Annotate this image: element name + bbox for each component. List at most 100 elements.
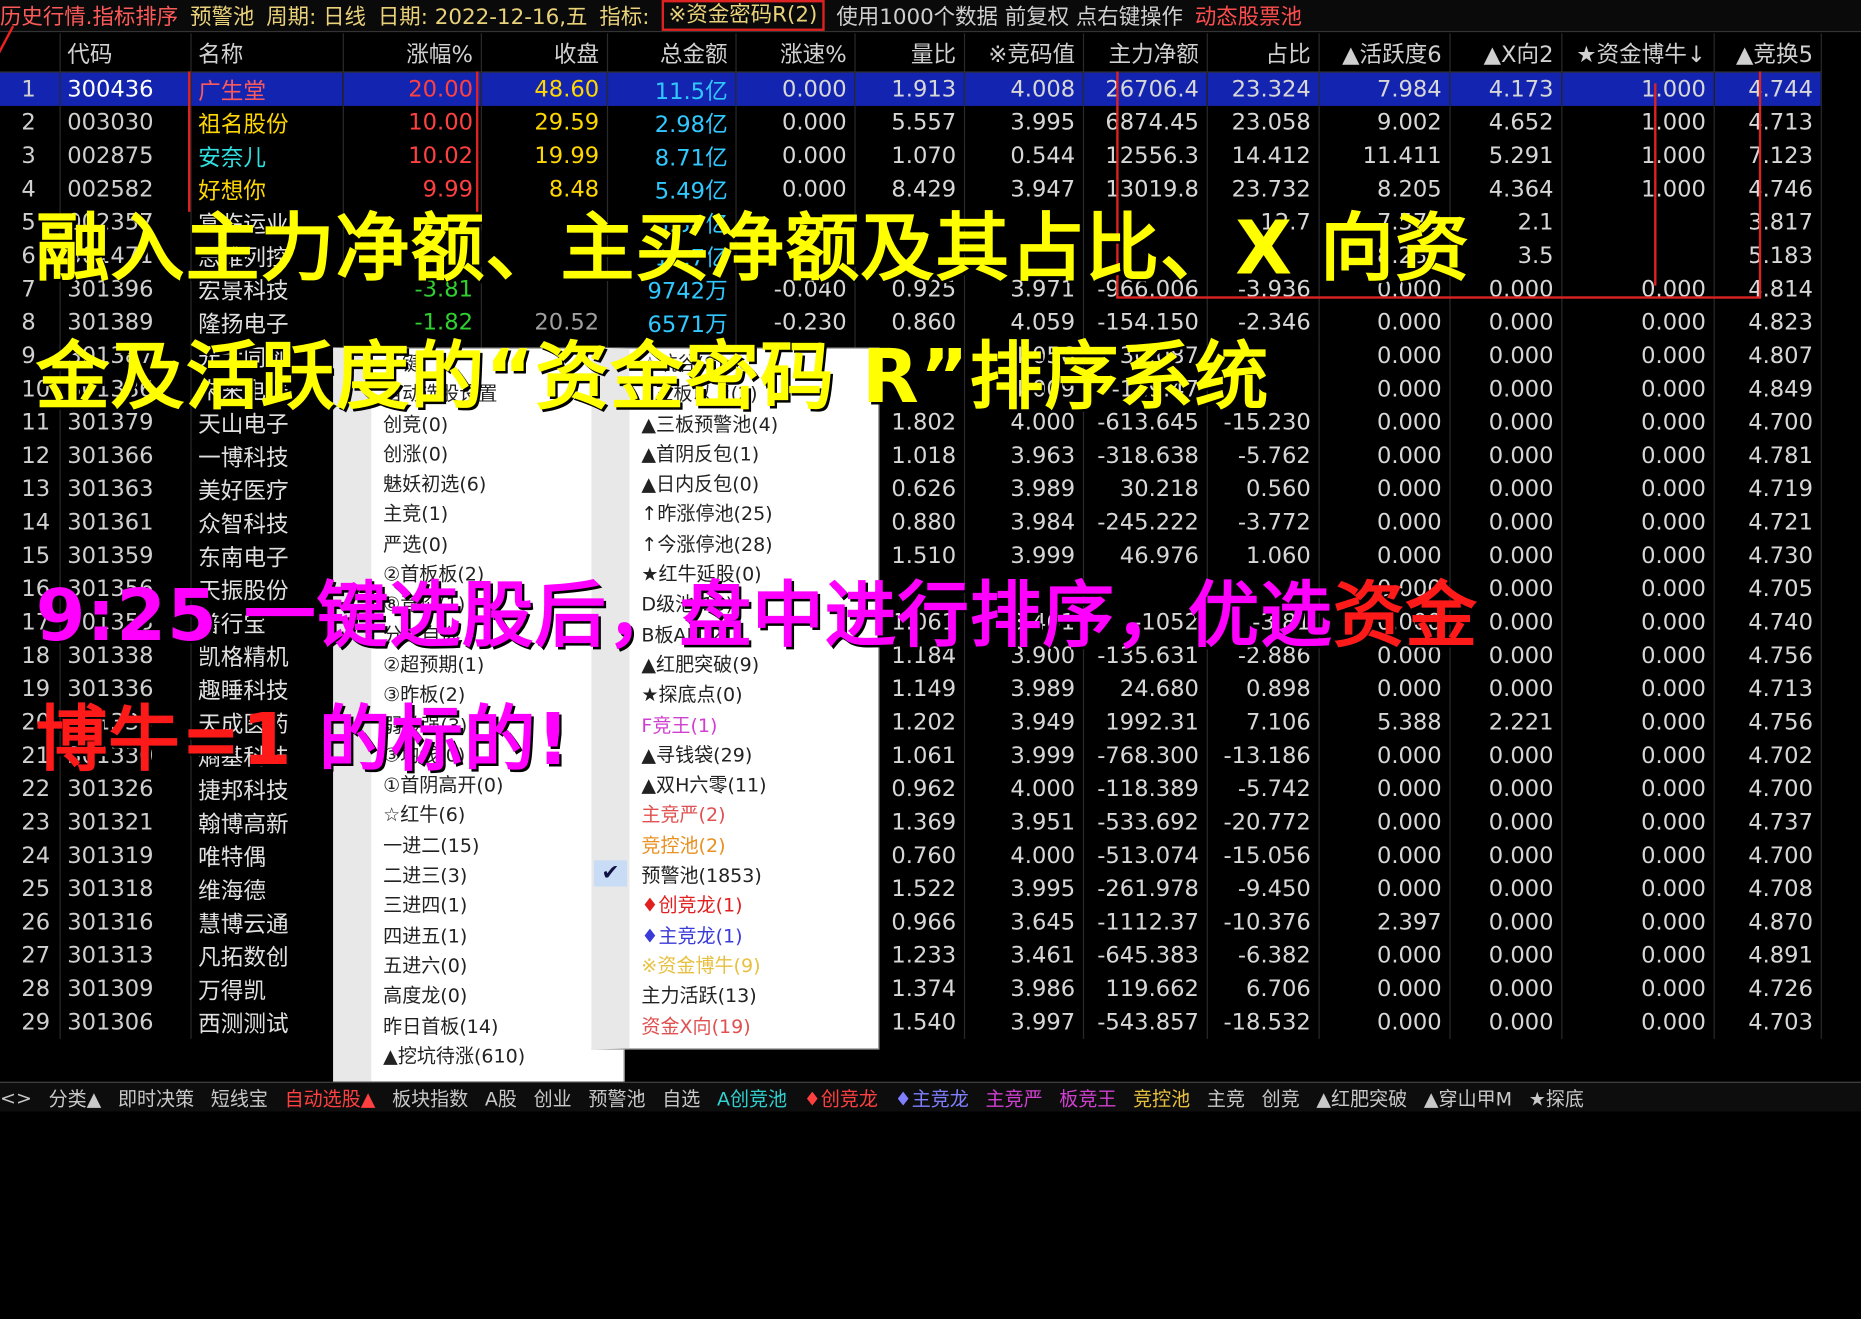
menu-left-item[interactable]: 五进六(0): [371, 951, 623, 981]
bottom-tab-10[interactable]: A创竞池: [717, 1083, 787, 1112]
bottom-tab-14[interactable]: 板竞王: [1059, 1083, 1116, 1112]
menu-right-item[interactable]: 主力活跃(13): [630, 981, 879, 1011]
menu-right-item[interactable]: ▲寻钱袋(29): [630, 740, 879, 770]
topbar-item-7[interactable]: 动态股票池: [1195, 0, 1302, 31]
topbar-item-1: 预警池: [190, 4, 255, 30]
cell-col-11: 0.000: [1318, 738, 1451, 773]
column-header-1[interactable]: 代码: [59, 33, 191, 73]
menu-left-item[interactable]: 二进三(3): [371, 860, 623, 890]
bottom-tab-12[interactable]: ♦主竞龙: [895, 1083, 969, 1112]
cell-col-10: -9.450: [1206, 872, 1320, 906]
menu-right-item[interactable]: ★探底点(0): [630, 680, 879, 710]
table-row[interactable]: 14 301361 众智科技 0.880 3.984 -245.222 -3.772 0.00…: [0, 505, 1822, 540]
table-row[interactable]: 26 301316 慧博云通 0.966 3.645 -1112.37 -10.376 2.3…: [0, 905, 1822, 939]
bottom-tab-8[interactable]: 预警池: [588, 1083, 645, 1112]
column-header-13[interactable]: ★资金博牛↓: [1561, 33, 1715, 73]
table-row[interactable]: 2 003030 祖名股份 10.00 29.59 2.98亿 0.000 5.557 3.99…: [0, 105, 1822, 140]
menu-right-item[interactable]: ※资金博牛(9): [630, 951, 879, 981]
bottom-tab-13[interactable]: 主竞严: [986, 1083, 1043, 1112]
cell-col-11: 9.002: [1318, 105, 1451, 140]
topbar-item-5[interactable]: ※资金密码R(2): [661, 0, 825, 31]
table-row[interactable]: 4 002582 好想你 9.99 8.48 5.49亿 0.000 8.429 3.947 13…: [0, 172, 1822, 206]
overlay-caption-line3: 9:25 一键选股后，盘中进行排序，优选资金: [36, 581, 1478, 652]
bottom-tab-2[interactable]: 即时决策: [118, 1083, 194, 1112]
menu-left-item[interactable]: 魅妖初选(6): [371, 469, 623, 499]
cell-col-14: 5.183: [1713, 239, 1822, 273]
cell-col-9: -1112.37: [1082, 905, 1208, 939]
column-header-0[interactable]: [0, 33, 61, 73]
cell-col-14: 4.713: [1713, 105, 1822, 140]
bottom-tab-0[interactable]: <>: [0, 1086, 32, 1109]
table-row[interactable]: 23 301321 翰博高新 1.369 3.951 -533.692 -20.772 0.0…: [0, 805, 1822, 839]
column-header-14[interactable]: ▲竞换5: [1713, 33, 1822, 73]
menu-left-item[interactable]: 主竞(1): [371, 499, 623, 529]
menu-right-item[interactable]: ▲首阴反包(1): [630, 439, 879, 469]
table-row[interactable]: 12 301366 一博科技 1.018 3.963 -318.638 -5.762 0.00…: [0, 439, 1822, 473]
bottom-tab-4[interactable]: 自动选股▲: [285, 1083, 376, 1112]
column-header-8[interactable]: ※竞码值: [963, 33, 1084, 73]
column-header-2[interactable]: 名称: [190, 33, 344, 73]
column-header-10[interactable]: 占比: [1206, 33, 1320, 73]
column-header-6[interactable]: 涨速%: [735, 33, 856, 73]
cell-col-9: -768.300: [1082, 738, 1208, 773]
column-header-7[interactable]: 量比: [854, 33, 965, 73]
column-header-11[interactable]: ▲活跃度6: [1318, 33, 1451, 73]
bottom-tab-18[interactable]: ▲红肥突破: [1316, 1083, 1407, 1112]
bottom-tab-9[interactable]: 自选: [662, 1083, 700, 1112]
column-header-3[interactable]: 涨幅%: [342, 33, 482, 73]
bottom-tab-11[interactable]: ♦创竞龙: [804, 1083, 878, 1112]
table-row[interactable]: 24 301319 唯特偶 0.760 4.000 -513.074 -15.056 0.00…: [0, 838, 1822, 873]
cell-col-14: 4.721: [1713, 505, 1822, 540]
cell-col-1: 003030: [59, 105, 191, 140]
menu-right-item[interactable]: ♦创竞龙(1): [630, 891, 879, 921]
menu-right-item[interactable]: ♦主竞龙(1): [630, 921, 879, 951]
menu-right-item[interactable]: 资金X向(19): [630, 1011, 879, 1041]
column-header-5[interactable]: 总金额: [606, 33, 737, 73]
cell-col-10: 6.706: [1206, 972, 1320, 1006]
menu-left-item[interactable]: 四进五(1): [371, 921, 623, 951]
table-row[interactable]: 15 301359 东南电子 1.510 3.999 46.976 1.060 0.000 0.…: [0, 539, 1822, 573]
table-row[interactable]: 27 301313 凡拓数创 1.233 3.461 -645.383 -6.382 0.00…: [0, 938, 1822, 973]
table-row[interactable]: 25 301318 维海德 1.522 3.995 -261.978 -9.450 0.000…: [0, 872, 1822, 906]
menu-left-item[interactable]: 一进二(15): [371, 830, 623, 860]
menu-right-item[interactable]: 主竞严(2): [630, 800, 879, 830]
topbar-item-0[interactable]: 历史行情.指标排序: [0, 0, 178, 31]
bottom-tab-16[interactable]: 主竞: [1207, 1083, 1245, 1112]
column-header-12[interactable]: ▲X向2: [1449, 33, 1562, 73]
menu-left-item[interactable]: 三进四(1): [371, 891, 623, 921]
menu-left-item[interactable]: 创涨(0): [371, 439, 623, 469]
column-header-9[interactable]: 主力净额: [1082, 33, 1208, 73]
menu-right-item[interactable]: ✔ 预警池(1853): [593, 860, 879, 890]
table-row[interactable]: 29 301306 西测测试 1.540 3.997 -543.857 -18.532 0.0…: [0, 1005, 1822, 1039]
menu-right-item[interactable]: 竞控池(2): [630, 830, 879, 860]
bottom-tab-5[interactable]: 板块指数: [392, 1083, 468, 1112]
menu-left-item[interactable]: ▲挖坑待涨(610): [371, 1041, 623, 1071]
table-row[interactable]: 3 002875 安奈儿 10.02 19.99 8.71亿 0.000 1.070 0.544…: [0, 139, 1822, 173]
cell-col-13: 0.000: [1561, 905, 1715, 939]
menu-left-item[interactable]: 昨日首板(14): [371, 1011, 623, 1041]
bottom-tab-6[interactable]: A股: [485, 1083, 517, 1112]
overlay-caption-line2: 金及活跃度的“资金密码 R”排序系统: [35, 333, 1270, 421]
bottom-tab-15[interactable]: 竞控池: [1133, 1083, 1190, 1112]
bottom-tab-3[interactable]: 短线宝: [211, 1083, 268, 1112]
table-row[interactable]: 13 301363 美好医疗 0.626 3.989 30.218 0.560 0.000 0.…: [0, 472, 1822, 506]
column-header-4[interactable]: 收盘: [480, 33, 608, 73]
bottom-tab-7[interactable]: 创业: [534, 1083, 572, 1112]
menu-right-item[interactable]: ▲日内反包(0): [630, 469, 879, 499]
bottom-tab-1[interactable]: 分类▲: [49, 1083, 102, 1112]
menu-right-item[interactable]: ▲双H六零(11): [630, 770, 879, 800]
cell-col-9: 26706.4: [1082, 71, 1208, 106]
cell-col-9: -645.383: [1082, 938, 1208, 973]
cell-col-14: 4.746: [1713, 172, 1822, 206]
menu-right-item[interactable]: ↑今涨停池(28): [630, 529, 879, 559]
bottom-tab-17[interactable]: 创竞: [1262, 1083, 1300, 1112]
menu-left-item[interactable]: 高度龙(0): [371, 981, 623, 1011]
table-row[interactable]: 1 300436 广生堂 20.00 48.60 11.5亿 0.000 1.913 4.008…: [0, 71, 1822, 106]
menu-right-item[interactable]: F竞王(1): [630, 710, 879, 740]
menu-left-item[interactable]: 严选(0): [371, 529, 623, 559]
menu-left-item[interactable]: ☆红牛(6): [371, 800, 623, 830]
menu-right-item[interactable]: ↑昨涨停池(25): [630, 499, 879, 529]
table-row[interactable]: 28 301309 万得凯 1.374 3.986 119.662 6.706 0.000 0.…: [0, 972, 1822, 1006]
bottom-tab-19[interactable]: ▲穿山甲M: [1424, 1083, 1512, 1112]
bottom-tab-20[interactable]: ★探底: [1529, 1083, 1584, 1112]
